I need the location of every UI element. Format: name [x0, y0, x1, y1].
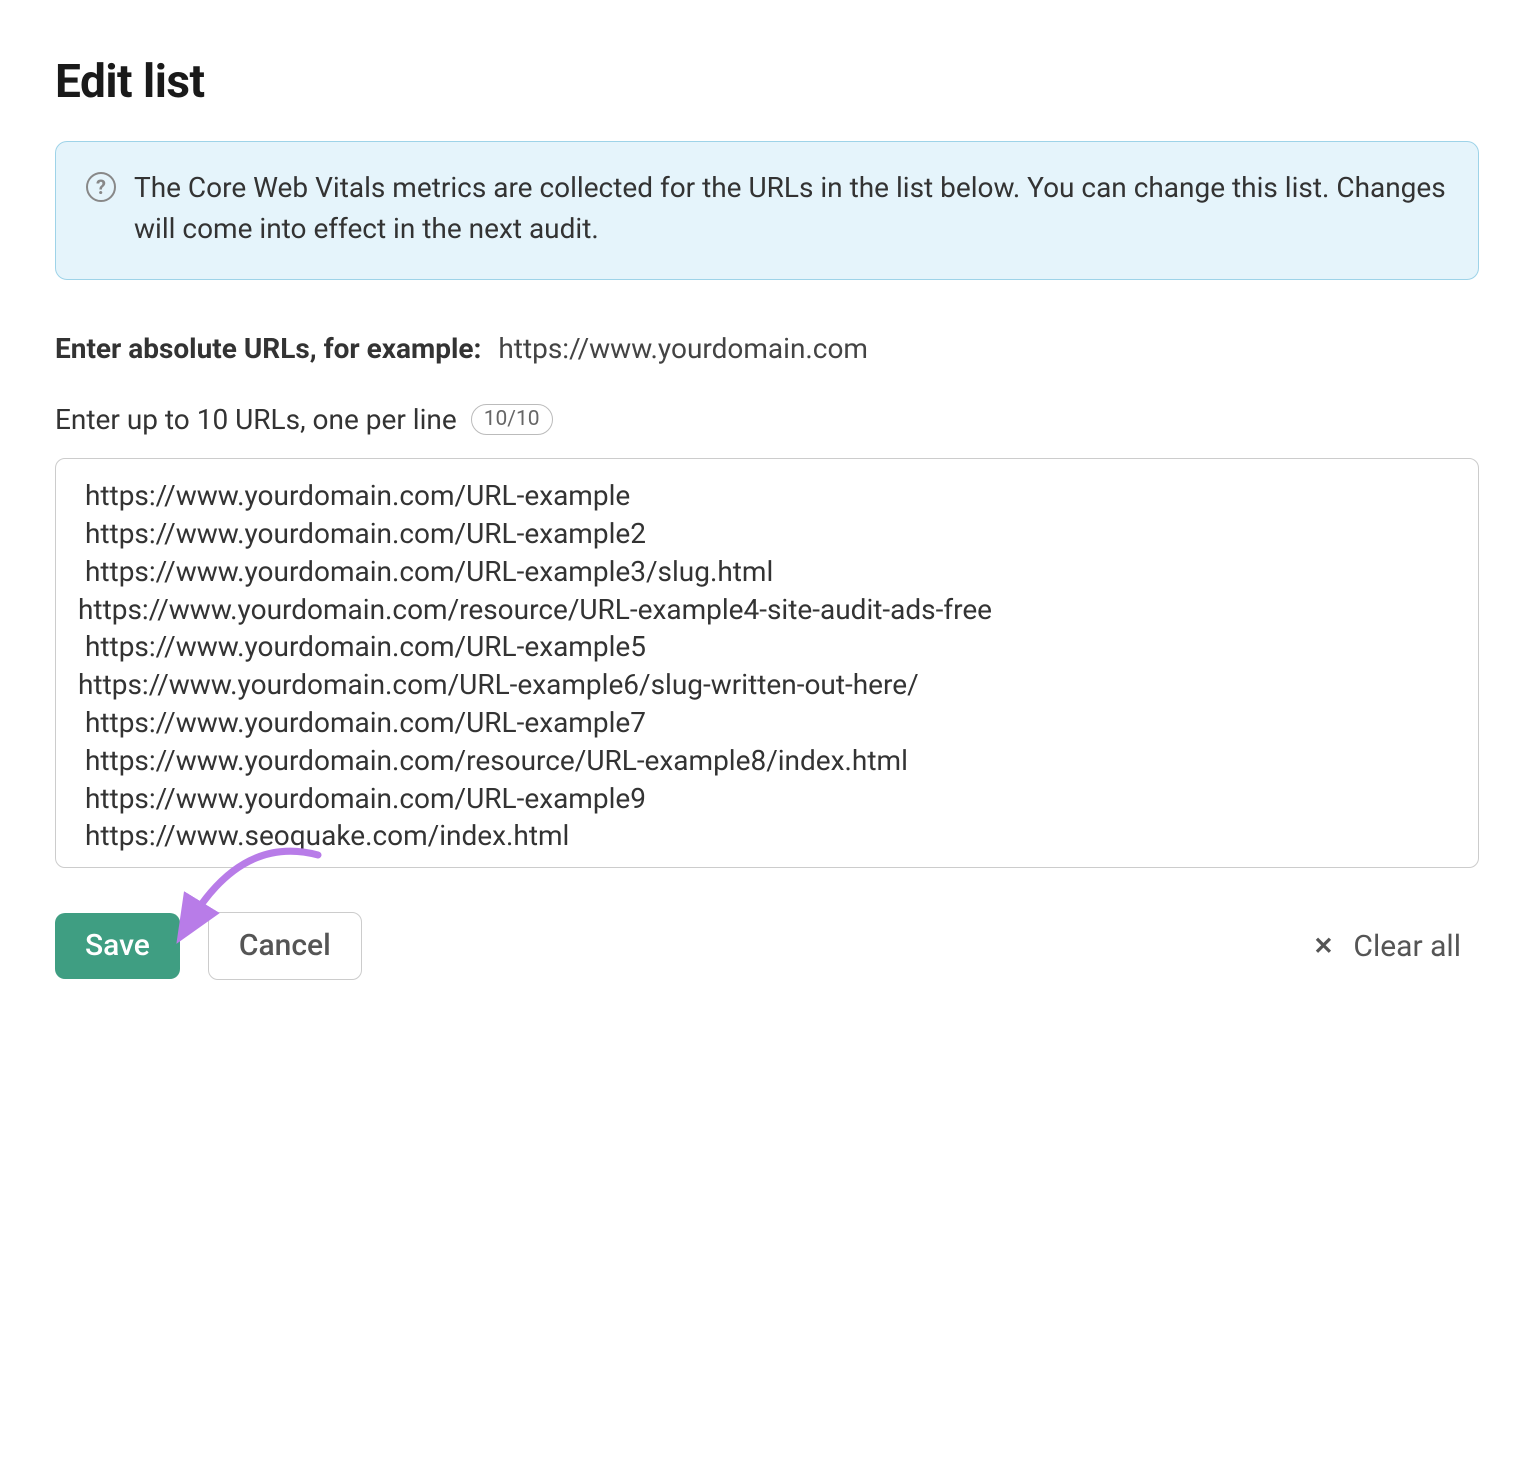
url-list-textarea[interactable]	[55, 458, 1479, 868]
instruction-text: Enter absolute URLs, for example: https:…	[55, 332, 1479, 365]
close-icon: ✕	[1313, 932, 1333, 960]
clear-all-button[interactable]: ✕ Clear all	[1295, 915, 1479, 978]
url-limit-label: Enter up to 10 URLs, one per line	[55, 403, 457, 436]
actions-row: Save Cancel ✕ Clear all	[55, 912, 1479, 980]
info-banner-text: The Core Web Vitals metrics are collecte…	[134, 168, 1448, 249]
instruction-example: https://www.yourdomain.com	[498, 332, 868, 365]
save-button[interactable]: Save	[55, 913, 180, 979]
help-icon: ?	[86, 172, 116, 202]
page-title: Edit list	[55, 55, 1479, 109]
cancel-button[interactable]: Cancel	[208, 912, 362, 980]
url-count-pill: 10/10	[471, 404, 553, 435]
clear-all-label: Clear all	[1353, 929, 1461, 964]
url-limit-row: Enter up to 10 URLs, one per line 10/10	[55, 403, 1479, 436]
info-banner: ? The Core Web Vitals metrics are collec…	[55, 141, 1479, 280]
instruction-bold: Enter absolute URLs, for example:	[55, 332, 481, 365]
